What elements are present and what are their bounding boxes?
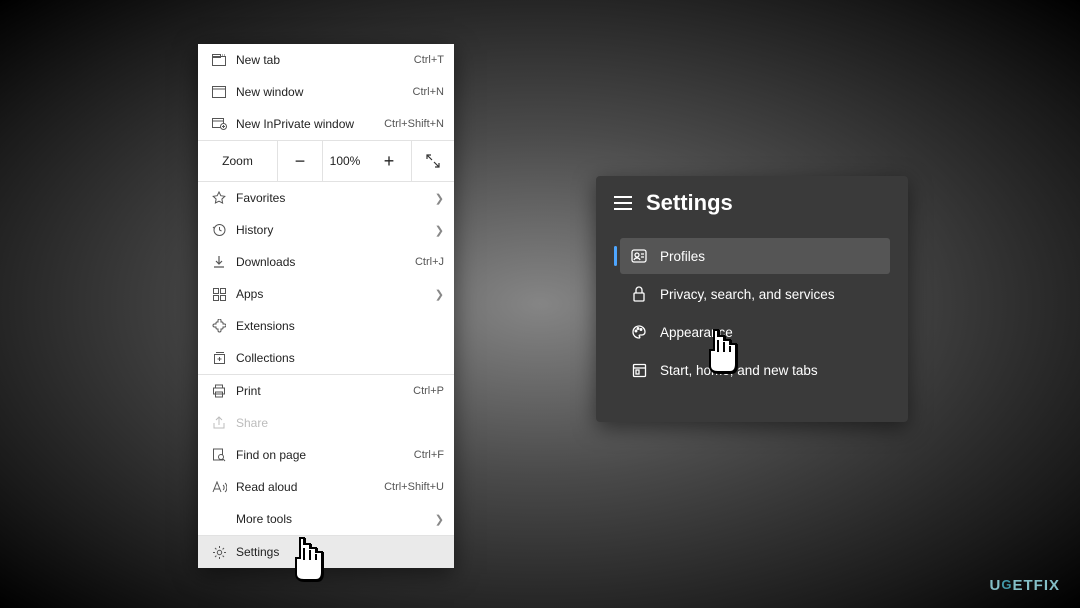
menu-item-shortcut: Ctrl+T [414,54,444,66]
settings-nav-privacy[interactable]: Privacy, search, and services [620,276,890,312]
share-icon [208,416,230,430]
menu-item-new-tab[interactable]: New tab Ctrl+T [198,44,454,76]
menu-item-shortcut: Ctrl+P [413,385,444,397]
menu-item-find[interactable]: Find on page Ctrl+F [198,439,454,471]
menu-item-shortcut: Ctrl+J [415,256,444,268]
zoom-out-button[interactable]: − [278,141,323,181]
new-window-icon [208,86,230,98]
edge-overflow-menu: New tab Ctrl+T New window Ctrl+N New InP… [198,44,454,568]
menu-item-share: Share [198,407,454,439]
apps-icon [208,288,230,301]
menu-item-shortcut: Ctrl+F [414,449,444,461]
zoom-label: Zoom [198,141,278,181]
menu-item-read-aloud[interactable]: Read aloud Ctrl+Shift+U [198,471,454,503]
menu-item-label: Settings [230,545,444,559]
zoom-in-button[interactable]: + [367,141,412,181]
settings-panel: Settings Profiles Privacy, search, and s… [596,176,908,422]
menu-item-favorites[interactable]: Favorites ❯ [198,182,454,214]
gear-icon [208,545,230,560]
menu-item-shortcut: Ctrl+N [413,86,444,98]
chevron-right-icon: ❯ [435,224,444,237]
menu-item-label: Collections [230,351,444,365]
menu-item-print[interactable]: Print Ctrl+P [198,375,454,407]
menu-item-label: New window [230,85,413,99]
menu-item-shortcut: Ctrl+Shift+N [384,118,444,130]
menu-item-label: More tools [230,512,435,526]
menu-item-label: History [230,223,435,237]
settings-nav-label: Profiles [660,249,705,264]
fullscreen-button[interactable] [412,141,454,181]
appearance-icon [630,324,648,340]
settings-title: Settings [646,190,733,216]
menu-item-shortcut: Ctrl+Shift+U [384,481,444,493]
menu-item-downloads[interactable]: Downloads Ctrl+J [198,246,454,278]
menu-zoom-row: Zoom − 100% + [198,141,454,181]
menu-item-apps[interactable]: Apps ❯ [198,278,454,310]
watermark: UGETFIX [990,577,1060,594]
menu-item-label: Favorites [230,191,435,205]
menu-item-label: Share [230,416,444,430]
history-icon [208,223,230,237]
menu-item-label: Extensions [230,319,444,333]
settings-nav-profiles[interactable]: Profiles [620,238,890,274]
favorites-icon [208,191,230,205]
downloads-icon [208,255,230,269]
settings-nav-label: Privacy, search, and services [660,287,835,302]
profiles-icon [630,248,648,264]
lock-icon [630,286,648,302]
menu-item-more-tools[interactable]: More tools ❯ [198,503,454,535]
settings-nav-label: Appearance [660,325,733,340]
hamburger-icon[interactable] [614,196,632,210]
print-icon [208,384,230,398]
menu-item-label: Downloads [230,255,415,269]
settings-nav-label: Start, home, and new tabs [660,363,818,378]
menu-item-label: New tab [230,53,414,67]
settings-nav-start[interactable]: Start, home, and new tabs [620,352,890,388]
settings-nav-appearance[interactable]: Appearance [620,314,890,350]
read-aloud-icon [208,481,230,494]
extensions-icon [208,319,230,333]
menu-item-new-window[interactable]: New window Ctrl+N [198,76,454,108]
chevron-right-icon: ❯ [435,513,444,526]
menu-item-label: Read aloud [230,480,384,494]
find-icon [208,448,230,462]
menu-item-settings[interactable]: Settings [198,536,454,568]
menu-item-label: Find on page [230,448,414,462]
menu-item-label: Print [230,384,413,398]
menu-item-collections[interactable]: Collections [198,342,454,374]
zoom-level: 100% [323,141,367,181]
menu-item-label: New InPrivate window [230,117,384,131]
new-tab-icon [208,54,230,66]
menu-item-label: Apps [230,287,435,301]
chevron-right-icon: ❯ [435,288,444,301]
menu-item-new-inprivate[interactable]: New InPrivate window Ctrl+Shift+N [198,108,454,140]
chevron-right-icon: ❯ [435,192,444,205]
inprivate-icon [208,118,230,130]
menu-item-history[interactable]: History ❯ [198,214,454,246]
collections-icon [208,351,230,365]
menu-item-extensions[interactable]: Extensions [198,310,454,342]
start-icon [630,363,648,378]
